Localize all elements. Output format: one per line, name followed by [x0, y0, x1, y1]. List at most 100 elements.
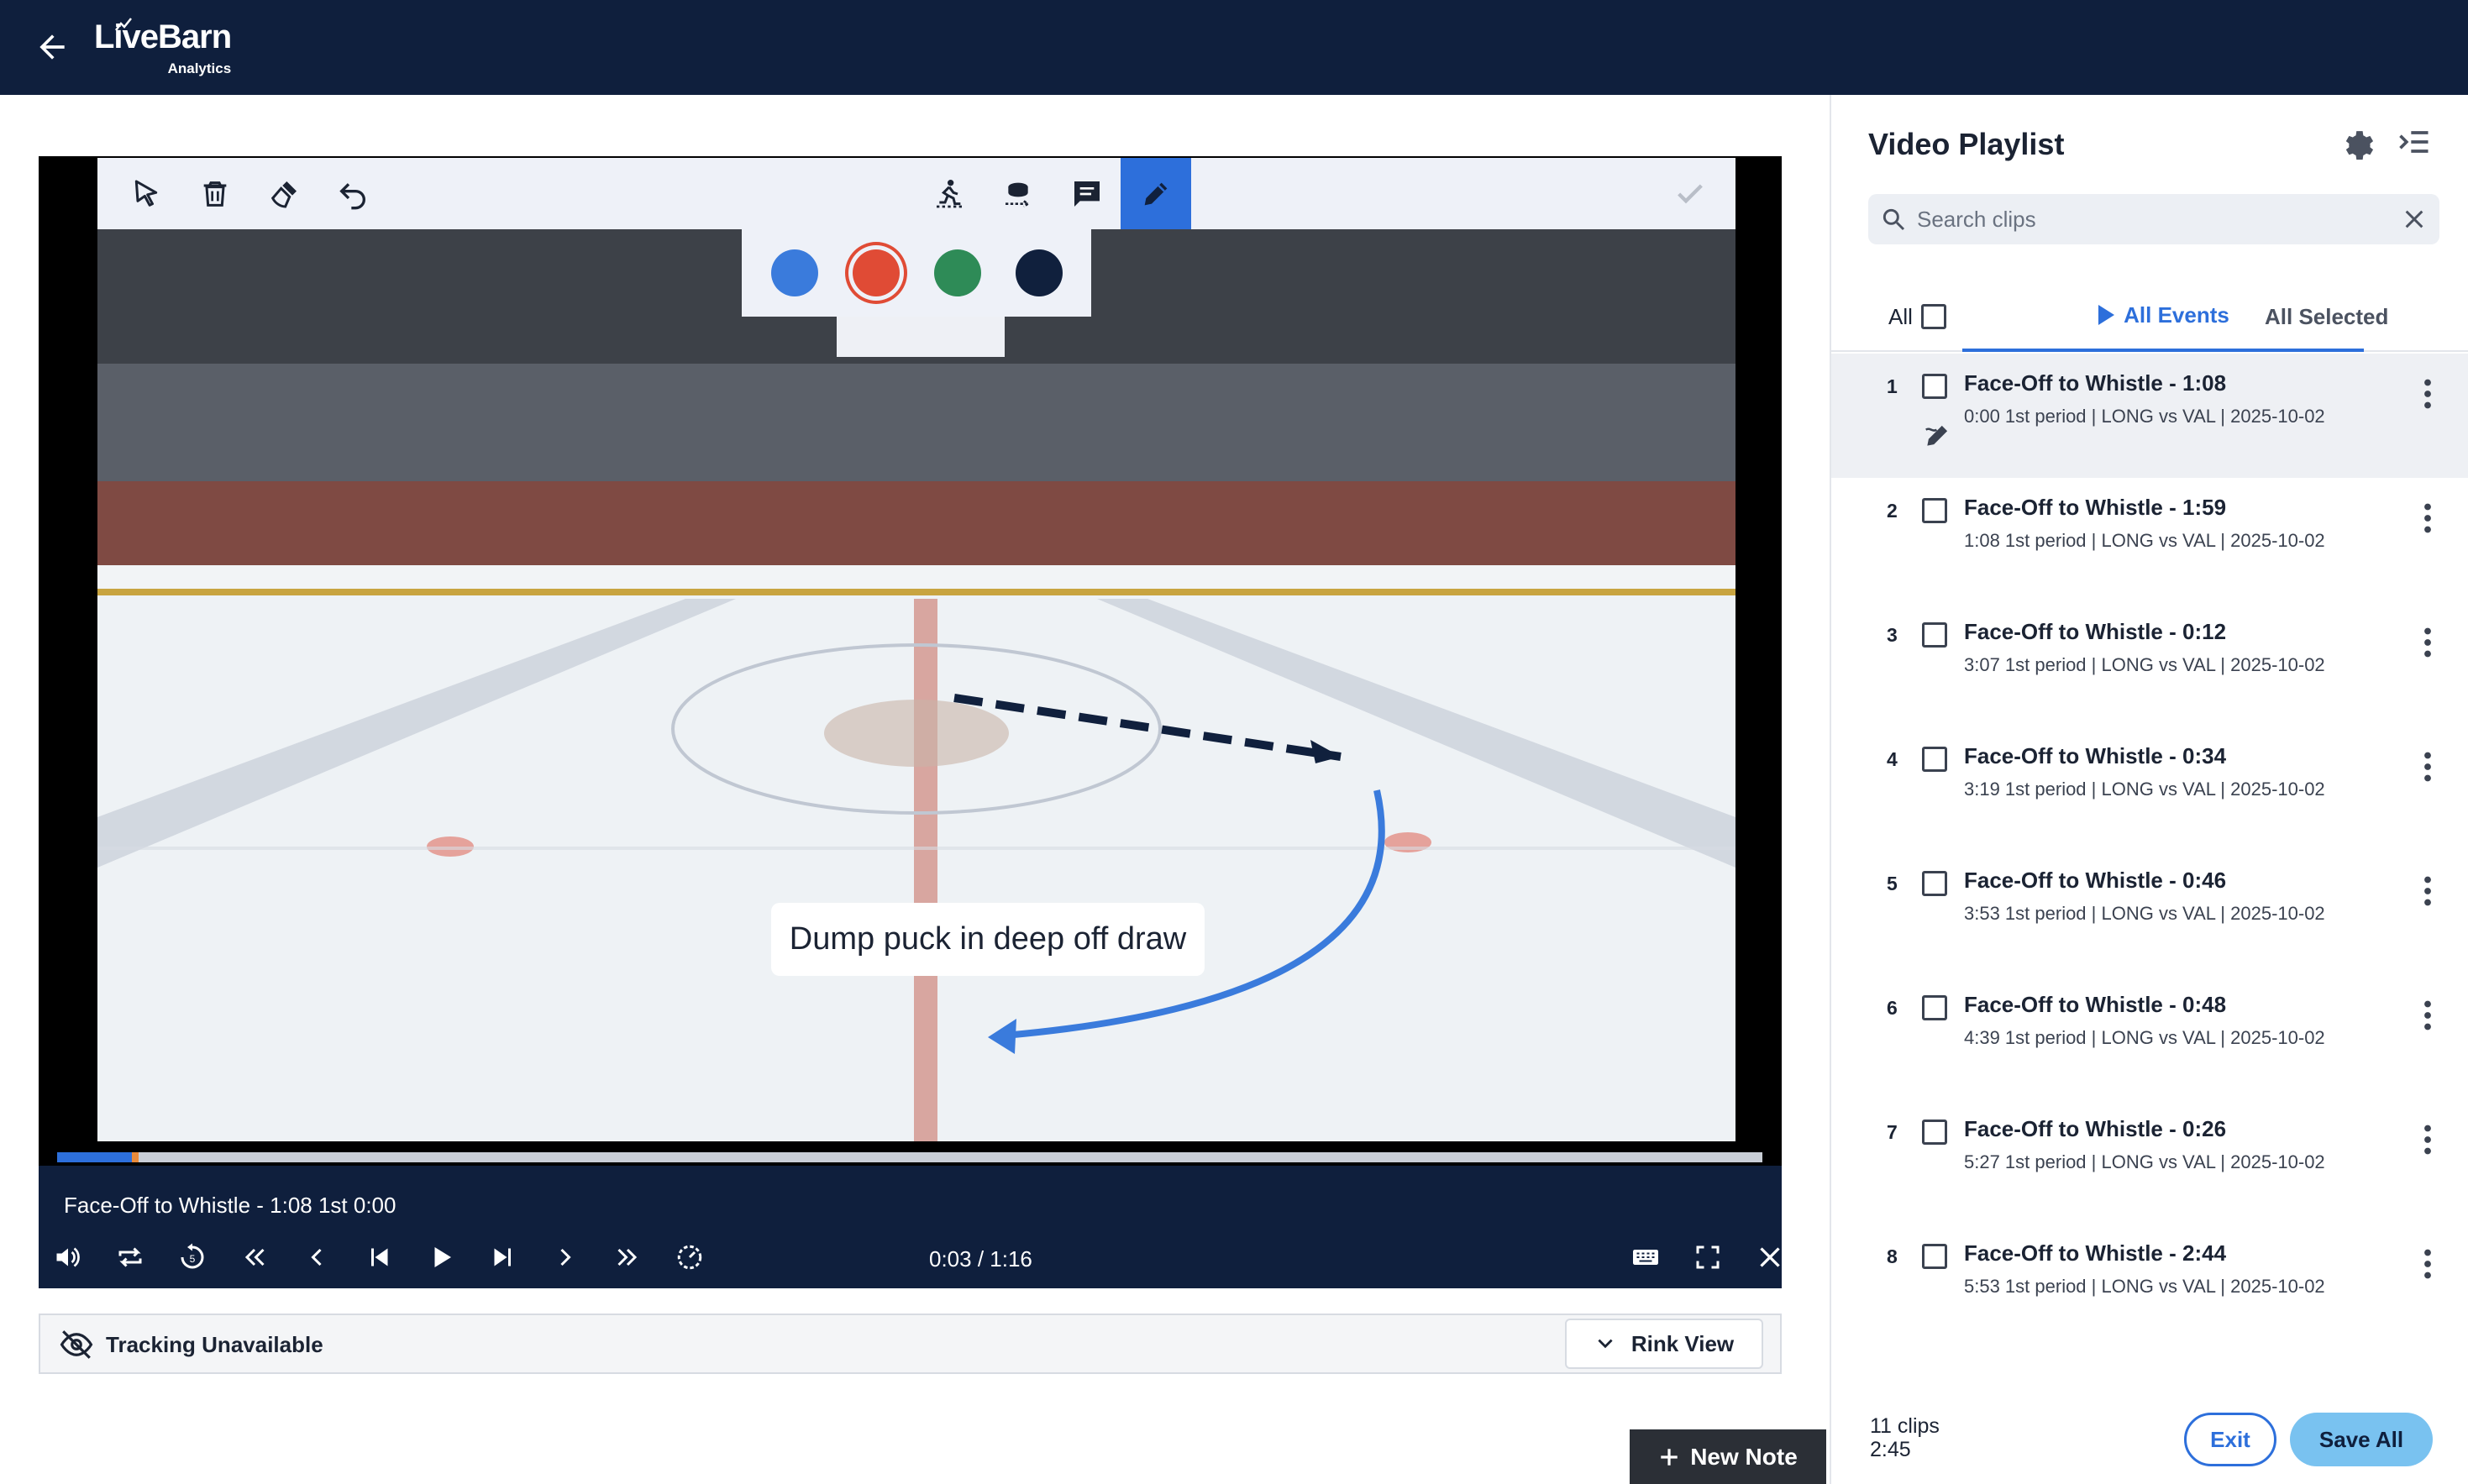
clip-number: 8 — [1887, 1245, 1898, 1267]
list-item[interactable]: 5 Face-Off to Whistle - 0:46 3:53 1st peri… — [1831, 851, 2468, 975]
annotation-note[interactable]: Dump puck in deep off draw — [771, 903, 1205, 976]
color-swatch-navy[interactable] — [1015, 249, 1063, 296]
pencil-icon[interactable] — [1121, 158, 1191, 229]
clip-number: 3 — [1887, 624, 1898, 646]
clip-number: 4 — [1887, 748, 1898, 770]
tracking-status: Tracking Unavailable — [106, 1332, 323, 1357]
clip-number: 2 — [1887, 500, 1898, 522]
clip-title: Face-Off to Whistle - 1:59 — [1964, 495, 2227, 520]
more-options-icon[interactable] — [2413, 374, 2443, 414]
list-item[interactable]: 3 Face-Off to Whistle - 0:12 3:07 1st peri… — [1831, 602, 2468, 726]
eraser-brush-icon[interactable] — [249, 158, 319, 229]
rink-view-button[interactable]: Rink View — [1565, 1319, 1763, 1369]
clip-meta: 4:39 1st period | LONG vs VAL | 2025-10-… — [1964, 1027, 2325, 1048]
more-options-icon[interactable] — [2413, 622, 2443, 663]
search-bar — [1868, 194, 2439, 244]
list-item[interactable]: 8 Face-Off to Whistle - 2:44 5:53 1st peri… — [1831, 1224, 2468, 1348]
clip-list: 1 Face-Off to Whistle - 1:08 0:00 1st peri… — [1831, 354, 2468, 1348]
clip-title: Face-Off to Whistle - 0:46 — [1964, 868, 2227, 893]
clip-checkbox[interactable] — [1922, 1120, 1947, 1145]
tab-all-selected[interactable]: All Selected — [2265, 281, 2388, 352]
playback-speed-icon[interactable] — [670, 1238, 709, 1277]
undo-icon[interactable] — [318, 158, 388, 229]
clip-checkbox[interactable] — [1922, 1244, 1947, 1269]
player-controls: Face-Off to Whistle - 1:08 1st 0:00 5 0:… — [39, 1166, 1782, 1288]
confirm-checkmark-icon[interactable] — [1655, 158, 1725, 229]
fast-rewind-icon[interactable] — [235, 1238, 274, 1277]
clip-checkbox[interactable] — [1922, 995, 1947, 1020]
clip-checkbox[interactable] — [1922, 747, 1947, 772]
close-icon[interactable] — [1751, 1238, 1789, 1277]
loop-icon[interactable] — [111, 1238, 150, 1277]
clip-checkbox[interactable] — [1922, 498, 1947, 523]
puck-path-icon[interactable] — [983, 158, 1053, 229]
fullscreen-icon[interactable] — [1688, 1238, 1727, 1277]
save-all-button[interactable]: Save All — [2290, 1413, 2433, 1466]
search-icon — [1880, 206, 1907, 233]
clip-title: Face-Off to Whistle - 0:12 — [1964, 619, 2227, 644]
back-arrow-icon[interactable] — [34, 29, 71, 66]
list-item[interactable]: 4 Face-Off to Whistle - 0:34 3:19 1st peri… — [1831, 726, 2468, 851]
gear-icon[interactable] — [2339, 123, 2376, 160]
clip-meta: 5:53 1st period | LONG vs VAL | 2025-10-… — [1964, 1276, 2325, 1297]
trash-icon[interactable] — [180, 158, 250, 229]
select-all-checkbox[interactable] — [1920, 304, 1946, 329]
time-display: 0:03 / 1:16 — [929, 1246, 1032, 1272]
video-frame[interactable] — [97, 229, 1735, 1141]
list-item[interactable]: 6 Face-Off to Whistle - 0:48 4:39 1st peri… — [1831, 975, 2468, 1099]
replay-5-icon[interactable]: 5 — [173, 1238, 212, 1277]
clip-title: Face-Off to Whistle - 0:48 — [1964, 992, 2227, 1017]
search-input[interactable] — [1917, 201, 2387, 238]
plus-icon — [1661, 1448, 1678, 1466]
drawing-toolbar — [97, 158, 1735, 229]
list-item[interactable]: 2 Face-Off to Whistle - 1:59 1:08 1st peri… — [1831, 478, 2468, 602]
clip-checkbox[interactable] — [1922, 622, 1947, 648]
clip-checkbox[interactable] — [1922, 374, 1947, 399]
more-options-icon[interactable] — [2413, 498, 2443, 538]
edit-drawing-icon[interactable] — [1922, 419, 1954, 451]
new-note-label: New Note — [1690, 1443, 1798, 1470]
volume-icon[interactable] — [49, 1238, 87, 1277]
more-options-icon[interactable] — [2413, 1120, 2443, 1160]
clip-number: 7 — [1887, 1121, 1898, 1143]
color-swatch-green[interactable] — [933, 249, 981, 296]
chevron-down-icon — [1598, 1339, 1613, 1349]
top-bar: LiveBarn Analytics — [0, 0, 2468, 95]
color-swatch-blue[interactable] — [770, 249, 818, 296]
more-options-icon[interactable] — [2413, 871, 2443, 911]
fast-forward-icon[interactable] — [608, 1238, 647, 1277]
exit-button[interactable]: Exit — [2184, 1413, 2276, 1466]
skip-previous-icon[interactable] — [360, 1238, 398, 1277]
clip-title: Face-Off to Whistle - 0:26 — [1964, 1116, 2227, 1141]
keyboard-icon[interactable] — [1626, 1238, 1665, 1277]
new-note-button[interactable]: New Note — [1630, 1429, 1826, 1484]
play-icon[interactable] — [422, 1238, 460, 1277]
clip-caption: Face-Off to Whistle - 1:08 1st 0:00 — [64, 1193, 396, 1218]
step-forward-icon[interactable] — [546, 1238, 585, 1277]
clip-meta: 3:53 1st period | LONG vs VAL | 2025-10-… — [1964, 903, 2325, 924]
tab-all-selected-label: All Selected — [2265, 303, 2389, 329]
skater-icon[interactable] — [914, 158, 985, 229]
list-item[interactable]: 1 Face-Off to Whistle - 1:08 0:00 1st peri… — [1831, 354, 2468, 478]
comment-icon[interactable] — [1052, 158, 1122, 229]
clip-meta: 3:07 1st period | LONG vs VAL | 2025-10-… — [1964, 654, 2325, 675]
clip-checkbox[interactable] — [1922, 871, 1947, 896]
list-item[interactable]: 7 Face-Off to Whistle - 0:26 5:27 1st peri… — [1831, 1099, 2468, 1224]
color-swatch-red[interactable] — [852, 249, 900, 296]
clear-search-icon[interactable] — [2401, 206, 2428, 233]
collapse-list-icon[interactable] — [2396, 123, 2433, 160]
playlist-panel: Video Playlist All All Events All Select… — [1830, 95, 2468, 1484]
tab-all-events-label: All Events — [2124, 302, 2229, 328]
tab-all[interactable]: All — [1888, 281, 1946, 352]
more-options-icon[interactable] — [2413, 995, 2443, 1036]
panel-title: Video Playlist — [1868, 127, 2065, 161]
rink-view-label: Rink View — [1630, 1330, 1735, 1356]
logo-subtitle: Analytics — [167, 60, 232, 76]
skip-next-icon[interactable] — [484, 1238, 522, 1277]
more-options-icon[interactable] — [2413, 1244, 2443, 1284]
select-pointer-icon[interactable] — [111, 158, 181, 229]
step-back-icon[interactable] — [297, 1238, 336, 1277]
clip-meta: 5:27 1st period | LONG vs VAL | 2025-10-… — [1964, 1151, 2325, 1172]
video-progress-bar[interactable] — [57, 1152, 1762, 1162]
more-options-icon[interactable] — [2413, 747, 2443, 787]
